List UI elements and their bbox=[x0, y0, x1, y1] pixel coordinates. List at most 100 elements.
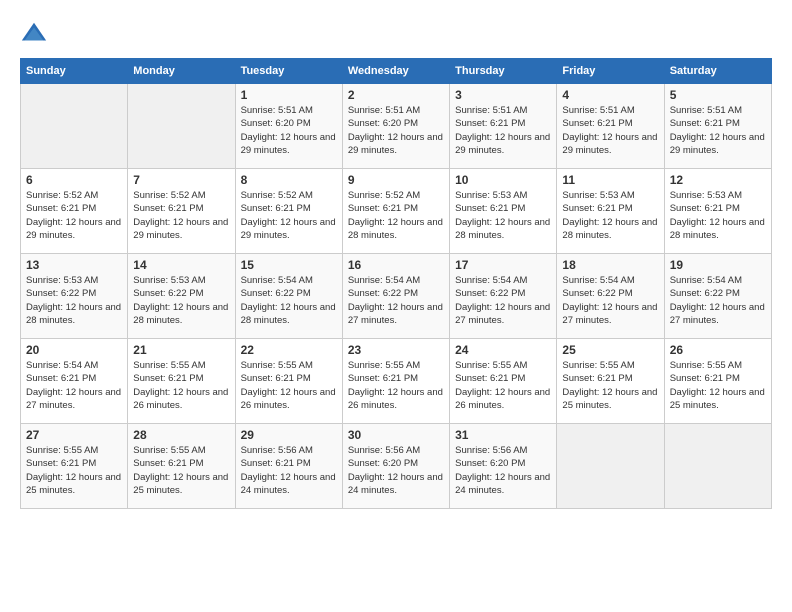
day-detail: Sunrise: 5:52 AM Sunset: 6:21 PM Dayligh… bbox=[133, 189, 229, 242]
day-detail: Sunrise: 5:53 AM Sunset: 6:21 PM Dayligh… bbox=[562, 189, 658, 242]
calendar-cell: 21 Sunrise: 5:55 AM Sunset: 6:21 PM Dayli… bbox=[128, 339, 235, 424]
day-detail: Sunrise: 5:51 AM Sunset: 6:21 PM Dayligh… bbox=[670, 104, 766, 157]
day-detail: Sunrise: 5:55 AM Sunset: 6:21 PM Dayligh… bbox=[348, 359, 444, 412]
calendar-cell bbox=[557, 424, 664, 509]
calendar-cell bbox=[21, 84, 128, 169]
calendar-cell: 26 Sunrise: 5:55 AM Sunset: 6:21 PM Dayli… bbox=[664, 339, 771, 424]
calendar-cell: 2Sunrise: 5:51 AM Sunset: 6:20 PM Daylig… bbox=[342, 84, 449, 169]
day-number: 12 bbox=[670, 173, 766, 187]
day-number: 22 bbox=[241, 343, 337, 357]
calendar-cell: 10 Sunrise: 5:53 AM Sunset: 6:21 PM Dayli… bbox=[450, 169, 557, 254]
day-detail: Sunrise: 5:54 AM Sunset: 6:22 PM Dayligh… bbox=[562, 274, 658, 327]
day-detail: Sunrise: 5:56 AM Sunset: 6:21 PM Dayligh… bbox=[241, 444, 337, 497]
calendar-cell: 20 Sunrise: 5:54 AM Sunset: 6:21 PM Dayli… bbox=[21, 339, 128, 424]
day-detail: Sunrise: 5:54 AM Sunset: 6:22 PM Dayligh… bbox=[348, 274, 444, 327]
day-of-week-header: Monday bbox=[128, 59, 235, 84]
day-detail: Sunrise: 5:54 AM Sunset: 6:22 PM Dayligh… bbox=[455, 274, 551, 327]
day-detail: Sunrise: 5:51 AM Sunset: 6:20 PM Dayligh… bbox=[348, 104, 444, 157]
day-detail: Sunrise: 5:53 AM Sunset: 6:21 PM Dayligh… bbox=[455, 189, 551, 242]
calendar-cell: 15 Sunrise: 5:54 AM Sunset: 6:22 PM Dayli… bbox=[235, 254, 342, 339]
day-of-week-header: Wednesday bbox=[342, 59, 449, 84]
day-number: 28 bbox=[133, 428, 229, 442]
day-detail: Sunrise: 5:54 AM Sunset: 6:22 PM Dayligh… bbox=[670, 274, 766, 327]
calendar-week-row: 20 Sunrise: 5:54 AM Sunset: 6:21 PM Dayli… bbox=[21, 339, 772, 424]
day-number: 31 bbox=[455, 428, 551, 442]
calendar-cell: 30Sunrise: 5:56 AM Sunset: 6:20 PM Dayli… bbox=[342, 424, 449, 509]
calendar-cell bbox=[128, 84, 235, 169]
day-number: 19 bbox=[670, 258, 766, 272]
calendar-cell: 29 Sunrise: 5:56 AM Sunset: 6:21 PM Dayli… bbox=[235, 424, 342, 509]
day-detail: Sunrise: 5:51 AM Sunset: 6:21 PM Dayligh… bbox=[562, 104, 658, 157]
day-detail: Sunrise: 5:53 AM Sunset: 6:22 PM Dayligh… bbox=[133, 274, 229, 327]
day-of-week-header: Thursday bbox=[450, 59, 557, 84]
day-number: 18 bbox=[562, 258, 658, 272]
day-detail: Sunrise: 5:53 AM Sunset: 6:21 PM Dayligh… bbox=[670, 189, 766, 242]
calendar-header: SundayMondayTuesdayWednesdayThursdayFrid… bbox=[21, 59, 772, 84]
day-number: 26 bbox=[670, 343, 766, 357]
calendar-cell: 7 Sunrise: 5:52 AM Sunset: 6:21 PM Daylig… bbox=[128, 169, 235, 254]
day-detail: Sunrise: 5:55 AM Sunset: 6:21 PM Dayligh… bbox=[670, 359, 766, 412]
day-number: 11 bbox=[562, 173, 658, 187]
calendar-cell: 31 Sunrise: 5:56 AM Sunset: 6:20 PM Dayli… bbox=[450, 424, 557, 509]
calendar-week-row: 1 Sunrise: 5:51 AM Sunset: 6:20 PM Daylig… bbox=[21, 84, 772, 169]
day-detail: Sunrise: 5:55 AM Sunset: 6:21 PM Dayligh… bbox=[241, 359, 337, 412]
calendar-week-row: 27 Sunrise: 5:55 AM Sunset: 6:21 PM Dayli… bbox=[21, 424, 772, 509]
day-detail: Sunrise: 5:51 AM Sunset: 6:21 PM Dayligh… bbox=[455, 104, 551, 157]
day-detail: Sunrise: 5:55 AM Sunset: 6:21 PM Dayligh… bbox=[133, 359, 229, 412]
calendar-cell: 19 Sunrise: 5:54 AM Sunset: 6:22 PM Dayli… bbox=[664, 254, 771, 339]
calendar-cell: 3 Sunrise: 5:51 AM Sunset: 6:21 PM Daylig… bbox=[450, 84, 557, 169]
day-of-week-header: Saturday bbox=[664, 59, 771, 84]
calendar-cell: 23 Sunrise: 5:55 AM Sunset: 6:21 PM Dayli… bbox=[342, 339, 449, 424]
day-detail: Sunrise: 5:54 AM Sunset: 6:21 PM Dayligh… bbox=[26, 359, 122, 412]
calendar-cell: 16 Sunrise: 5:54 AM Sunset: 6:22 PM Dayli… bbox=[342, 254, 449, 339]
day-detail: Sunrise: 5:53 AM Sunset: 6:22 PM Dayligh… bbox=[26, 274, 122, 327]
logo-icon bbox=[20, 20, 48, 48]
day-detail: Sunrise: 5:56 AM Sunset: 6:20 PM Dayligh… bbox=[348, 444, 444, 497]
calendar-cell: 6 Sunrise: 5:52 AM Sunset: 6:21 PM Daylig… bbox=[21, 169, 128, 254]
day-number: 4 bbox=[562, 88, 658, 102]
day-number: 14 bbox=[133, 258, 229, 272]
calendar-cell: 25Sunrise: 5:55 AM Sunset: 6:21 PM Dayli… bbox=[557, 339, 664, 424]
day-number: 16 bbox=[348, 258, 444, 272]
calendar-cell: 22 Sunrise: 5:55 AM Sunset: 6:21 PM Dayli… bbox=[235, 339, 342, 424]
day-number: 27 bbox=[26, 428, 122, 442]
day-detail: Sunrise: 5:54 AM Sunset: 6:22 PM Dayligh… bbox=[241, 274, 337, 327]
calendar-cell: 28Sunrise: 5:55 AM Sunset: 6:21 PM Dayli… bbox=[128, 424, 235, 509]
day-of-week-header: Sunday bbox=[21, 59, 128, 84]
calendar-cell: 11 Sunrise: 5:53 AM Sunset: 6:21 PM Dayli… bbox=[557, 169, 664, 254]
day-number: 3 bbox=[455, 88, 551, 102]
day-detail: Sunrise: 5:56 AM Sunset: 6:20 PM Dayligh… bbox=[455, 444, 551, 497]
calendar-cell: 13 Sunrise: 5:53 AM Sunset: 6:22 PM Dayli… bbox=[21, 254, 128, 339]
day-detail: Sunrise: 5:51 AM Sunset: 6:20 PM Dayligh… bbox=[241, 104, 337, 157]
day-of-week-header: Friday bbox=[557, 59, 664, 84]
calendar-cell: 4 Sunrise: 5:51 AM Sunset: 6:21 PM Daylig… bbox=[557, 84, 664, 169]
calendar-cell: 8 Sunrise: 5:52 AM Sunset: 6:21 PM Daylig… bbox=[235, 169, 342, 254]
day-number: 13 bbox=[26, 258, 122, 272]
day-detail: Sunrise: 5:55 AM Sunset: 6:21 PM Dayligh… bbox=[26, 444, 122, 497]
calendar-week-row: 6 Sunrise: 5:52 AM Sunset: 6:21 PM Daylig… bbox=[21, 169, 772, 254]
day-number: 21 bbox=[133, 343, 229, 357]
day-number: 7 bbox=[133, 173, 229, 187]
day-number: 29 bbox=[241, 428, 337, 442]
calendar-cell: 1 Sunrise: 5:51 AM Sunset: 6:20 PM Daylig… bbox=[235, 84, 342, 169]
day-of-week-header: Tuesday bbox=[235, 59, 342, 84]
calendar-cell: 5 Sunrise: 5:51 AM Sunset: 6:21 PM Daylig… bbox=[664, 84, 771, 169]
day-number: 5 bbox=[670, 88, 766, 102]
day-number: 1 bbox=[241, 88, 337, 102]
calendar-cell: 24 Sunrise: 5:55 AM Sunset: 6:21 PM Dayli… bbox=[450, 339, 557, 424]
day-number: 8 bbox=[241, 173, 337, 187]
day-number: 24 bbox=[455, 343, 551, 357]
calendar-week-row: 13 Sunrise: 5:53 AM Sunset: 6:22 PM Dayli… bbox=[21, 254, 772, 339]
day-detail: Sunrise: 5:52 AM Sunset: 6:21 PM Dayligh… bbox=[26, 189, 122, 242]
day-number: 23 bbox=[348, 343, 444, 357]
day-detail: Sunrise: 5:52 AM Sunset: 6:21 PM Dayligh… bbox=[348, 189, 444, 242]
day-number: 10 bbox=[455, 173, 551, 187]
day-number: 6 bbox=[26, 173, 122, 187]
day-detail: Sunrise: 5:52 AM Sunset: 6:21 PM Dayligh… bbox=[241, 189, 337, 242]
calendar-cell: 9 Sunrise: 5:52 AM Sunset: 6:21 PM Daylig… bbox=[342, 169, 449, 254]
day-detail: Sunrise: 5:55 AM Sunset: 6:21 PM Dayligh… bbox=[455, 359, 551, 412]
logo bbox=[20, 20, 52, 48]
day-number: 9 bbox=[348, 173, 444, 187]
day-number: 15 bbox=[241, 258, 337, 272]
day-number: 20 bbox=[26, 343, 122, 357]
